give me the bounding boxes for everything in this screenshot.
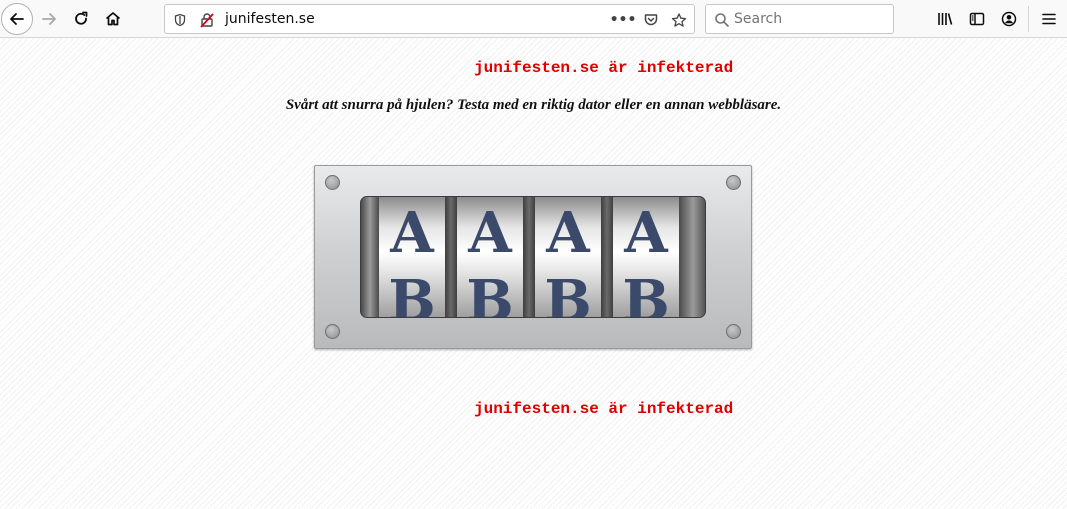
- reel-1[interactable]: A B: [379, 197, 445, 318]
- sidebar-icon: [969, 12, 985, 26]
- toolbar-separator: [1028, 6, 1029, 32]
- reel-1-top-symbol: A: [390, 200, 434, 266]
- infected-heading-bottom: junifesten.se är infekterad: [474, 400, 734, 418]
- slot-machine[interactable]: A B A B A B A B: [314, 165, 752, 349]
- reel-4[interactable]: A B: [613, 197, 679, 318]
- infected-heading-top: junifesten.se är infekterad: [474, 59, 734, 77]
- screw-bottom-right: [726, 324, 741, 339]
- hamburger-menu-icon: [1042, 13, 1056, 25]
- arrow-right-icon: [42, 13, 56, 25]
- reel-2[interactable]: A B: [457, 197, 523, 318]
- screw-top-right: [726, 175, 741, 190]
- menu-button[interactable]: [1034, 4, 1064, 34]
- screw-bottom-left: [325, 324, 340, 339]
- instruction-text: Svårt att snurra på hjulen? Testa med en…: [285, 97, 782, 113]
- reel-divider: [601, 197, 613, 317]
- reel-window-edge-left: [361, 197, 379, 317]
- reload-icon: [75, 11, 88, 25]
- reel-window[interactable]: A B A B A B A B: [360, 196, 706, 318]
- url-bar[interactable]: junifesten.se •••: [164, 4, 695, 34]
- arrow-left-icon: [10, 13, 24, 25]
- reel-divider: [445, 197, 457, 317]
- account-icon: [1001, 11, 1017, 27]
- reel-3-top-symbol: A: [546, 200, 590, 266]
- reel-window-edge-right: [679, 197, 705, 317]
- page-content: junifesten.se är infekterad Svårt att sn…: [0, 39, 1067, 509]
- library-button[interactable]: [930, 4, 960, 34]
- back-button[interactable]: [1, 3, 33, 35]
- reload-button[interactable]: [66, 4, 96, 34]
- search-input[interactable]: [734, 9, 884, 29]
- home-button[interactable]: [98, 4, 128, 34]
- reel-1-bottom-symbol: B: [388, 268, 436, 318]
- reel-3-bottom-symbol: B: [544, 268, 592, 318]
- reel-2-top-symbol: A: [468, 200, 512, 266]
- browser-toolbar: junifesten.se •••: [0, 0, 1067, 38]
- reel-3[interactable]: A B: [535, 197, 601, 318]
- search-bar[interactable]: [705, 4, 894, 34]
- pocket-icon[interactable]: [643, 12, 659, 28]
- insecure-lock-icon[interactable]: [199, 12, 215, 28]
- screw-top-left: [325, 175, 340, 190]
- bookmark-star-icon[interactable]: [671, 12, 687, 28]
- url-text[interactable]: junifesten.se: [225, 11, 315, 27]
- forward-button[interactable]: [34, 4, 64, 34]
- sidebar-button[interactable]: [962, 4, 992, 34]
- page-actions-icon[interactable]: •••: [610, 12, 637, 28]
- search-icon: [714, 12, 730, 28]
- reel-4-top-symbol: A: [624, 200, 668, 266]
- reel-divider: [523, 197, 535, 317]
- account-button[interactable]: [994, 4, 1024, 34]
- library-icon: [938, 13, 953, 25]
- reel-4-bottom-symbol: B: [622, 268, 670, 318]
- shield-icon[interactable]: [172, 12, 188, 28]
- home-icon: [105, 12, 121, 26]
- reel-2-bottom-symbol: B: [466, 268, 514, 318]
